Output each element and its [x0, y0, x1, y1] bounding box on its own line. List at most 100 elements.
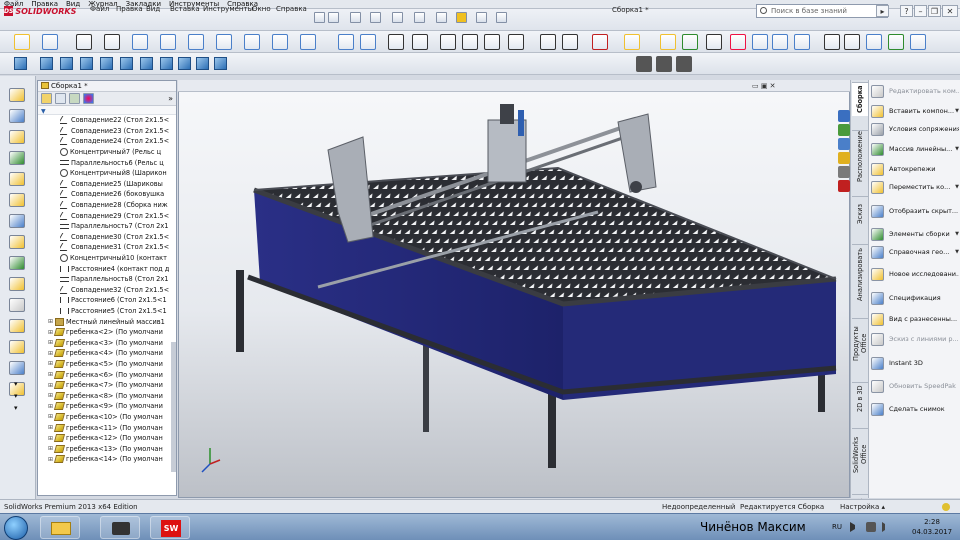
camera-app-taskbar-icon[interactable]	[100, 516, 140, 539]
cube-bottom-icon[interactable]	[140, 57, 153, 70]
tree-mate-row[interactable]: Расстояние4 (контакт под д	[60, 263, 176, 274]
design-library-icon[interactable]	[838, 124, 850, 136]
view-orientation-icon[interactable]	[752, 34, 768, 50]
tree-mate-row[interactable]: Совпадение22 (Стол 2х1.5<	[60, 115, 176, 126]
file-explorer-icon[interactable]	[838, 138, 850, 150]
arc-icon[interactable]	[188, 34, 204, 50]
mate-icon[interactable]	[9, 109, 25, 123]
mate-button[interactable]: Условия сопряжения	[871, 120, 959, 138]
expand-toggle-icon[interactable]: ⊞	[48, 456, 53, 463]
title-menu-item[interactable]: Файл	[90, 5, 109, 13]
rectangle-icon[interactable]	[104, 34, 120, 50]
tree-component-row[interactable]: ⊞ гребенка<14> (По умолчан	[48, 454, 176, 465]
insert-part-icon[interactable]	[9, 88, 25, 102]
viewport-window-buttons[interactable]: ▭ ▣ ✕	[752, 82, 776, 90]
linear-pattern-icon[interactable]	[484, 34, 500, 50]
property-tab[interactable]	[55, 93, 66, 104]
expand-toggle-icon[interactable]: ⊞	[48, 318, 53, 325]
expand-toggle-icon[interactable]: ⊞	[48, 445, 53, 452]
instant3d-icon[interactable]	[9, 361, 25, 375]
save-icon[interactable]	[370, 12, 381, 23]
tree-mate-row[interactable]: Расстояние6 (Стол 2х1.5<1	[60, 295, 176, 306]
new-motion-study-button[interactable]: Новое исследовани...	[871, 265, 959, 283]
tree-mate-row[interactable]: Параллельность8 (Стол 2х1	[60, 274, 176, 285]
title-menu-item[interactable]: Вставка	[170, 5, 200, 13]
relations-icon[interactable]	[540, 34, 556, 50]
options-icon[interactable]	[496, 12, 507, 23]
move-entities-icon[interactable]	[508, 34, 524, 50]
assembly-features-button[interactable]: Элементы сборки ▼	[871, 225, 959, 243]
expand-toggle-icon[interactable]: ⊞	[48, 435, 53, 442]
tree-component-row[interactable]: ⊞ гребенка<9> (По умолчани	[48, 401, 176, 412]
instant2d-icon[interactable]	[624, 34, 640, 50]
normal-to-icon[interactable]	[214, 57, 227, 70]
expand-toggle-icon[interactable]: ⊞	[48, 424, 53, 431]
tree-mate-row[interactable]: Совпадение31 (Стол 2х1.5<	[60, 242, 176, 253]
left-strip-arrow-up-icon[interactable]: ▾	[14, 380, 18, 388]
dropdown-arrow-icon[interactable]: ▼	[955, 184, 959, 190]
start-button[interactable]	[4, 516, 28, 540]
slot-icon[interactable]	[132, 34, 148, 50]
side-tab[interactable]: Сборка	[852, 82, 868, 116]
tree-component-row[interactable]: ⊞ гребенка<11> (По умолчан	[48, 422, 176, 433]
expand-toggle-icon[interactable]: ⊞	[48, 392, 53, 399]
dropdown-arrow-icon[interactable]: ▼	[955, 146, 959, 152]
move-component-icon[interactable]	[9, 193, 25, 207]
rotate-view-icon[interactable]	[866, 34, 882, 50]
move-component-button[interactable]: Переместить ко... ▼	[871, 178, 959, 196]
feature-tree-tab[interactable]	[41, 93, 52, 104]
assembly-feature-icon[interactable]	[9, 235, 25, 249]
pattern-icon[interactable]	[9, 151, 25, 165]
expand-toggle-icon[interactable]: ⊞	[48, 360, 53, 367]
tree-mate-row[interactable]: Совпадение28 (Сборка ниж	[60, 200, 176, 211]
camera-icon[interactable]	[636, 56, 652, 72]
reference-geometry-icon[interactable]	[9, 256, 25, 270]
restore-button[interactable]: ❐	[928, 5, 941, 17]
explode-line-sketch-button[interactable]: Эскиз с линиями р...	[871, 330, 959, 348]
tree-component-row[interactable]: ⊞ гребенка<8> (По умолчани	[48, 390, 176, 401]
edit-component-button[interactable]: Редактировать ком...	[871, 82, 959, 100]
expand-toggle-icon[interactable]: ⊞	[48, 371, 53, 378]
tree-mate-row[interactable]: Совпадение30 (Стол 2х1.5<	[60, 232, 176, 243]
point-icon[interactable]	[338, 34, 354, 50]
network-icon[interactable]	[866, 522, 876, 532]
resources-icon[interactable]	[838, 110, 850, 122]
ellipse-icon[interactable]	[244, 34, 260, 50]
tree-header[interactable]: Сборка1 *	[38, 81, 176, 92]
linear-pattern-button[interactable]: Массив линейны... ▼	[871, 140, 959, 158]
open-icon[interactable]	[350, 12, 361, 23]
cube-left-icon[interactable]	[80, 57, 93, 70]
instant-3d-button[interactable]: Instant 3D	[871, 354, 959, 372]
view-palette-icon[interactable]	[838, 152, 850, 164]
record-icon[interactable]	[656, 56, 672, 72]
dropdown-arrow-icon[interactable]: ▼	[955, 249, 959, 255]
side-tab[interactable]: 2D в 3D	[852, 382, 868, 414]
tree-component-row[interactable]: ⊞ гребенка<10> (По умолчан	[48, 412, 176, 423]
polygon-icon[interactable]	[300, 34, 316, 50]
solidworks-taskbar-icon[interactable]: SW	[150, 516, 190, 539]
close-button[interactable]: ✕	[942, 5, 958, 17]
tree-component-row[interactable]: ⊞ гребенка<13> (По умолчан	[48, 443, 176, 454]
hide-show-icon[interactable]	[9, 214, 25, 228]
display-style-icon[interactable]	[772, 34, 788, 50]
smart-fastener-icon[interactable]	[9, 172, 25, 186]
quick-snaps-icon[interactable]	[592, 34, 608, 50]
tree-mate-row[interactable]: Параллельность6 (Рельс ц	[60, 157, 176, 168]
pin-icon[interactable]	[314, 12, 325, 23]
cnc-table-model[interactable]	[178, 92, 850, 498]
component-icon[interactable]	[9, 130, 25, 144]
expand-toggle-icon[interactable]: ⊞	[48, 382, 53, 389]
explorer-taskbar-icon[interactable]	[40, 516, 80, 539]
tree-mate-row[interactable]: Совпадение29 (Стол 2х1.5<	[60, 210, 176, 221]
configuration-tab[interactable]	[69, 93, 80, 104]
tree-mate-row[interactable]: Совпадение25 (Шариковы	[60, 179, 176, 190]
update-speedpak-button[interactable]: Обновить SpeedPak	[871, 377, 959, 395]
exploded-view-button[interactable]: Вид с разнесенны...	[871, 310, 959, 328]
shaded-sketch-icon[interactable]	[660, 34, 676, 50]
take-snapshot-button[interactable]: Сделать снимок	[871, 400, 959, 418]
side-tab[interactable]: Анализировать	[852, 244, 868, 304]
tree-component-row[interactable]: ⊞ гребенка<2> (По умолчани	[48, 327, 176, 338]
expand-toggle-icon[interactable]: ⊞	[48, 413, 53, 420]
explode-line-icon[interactable]	[9, 340, 25, 354]
tree-component-row[interactable]: ⊞ гребенка<3> (По умолчани	[48, 337, 176, 348]
